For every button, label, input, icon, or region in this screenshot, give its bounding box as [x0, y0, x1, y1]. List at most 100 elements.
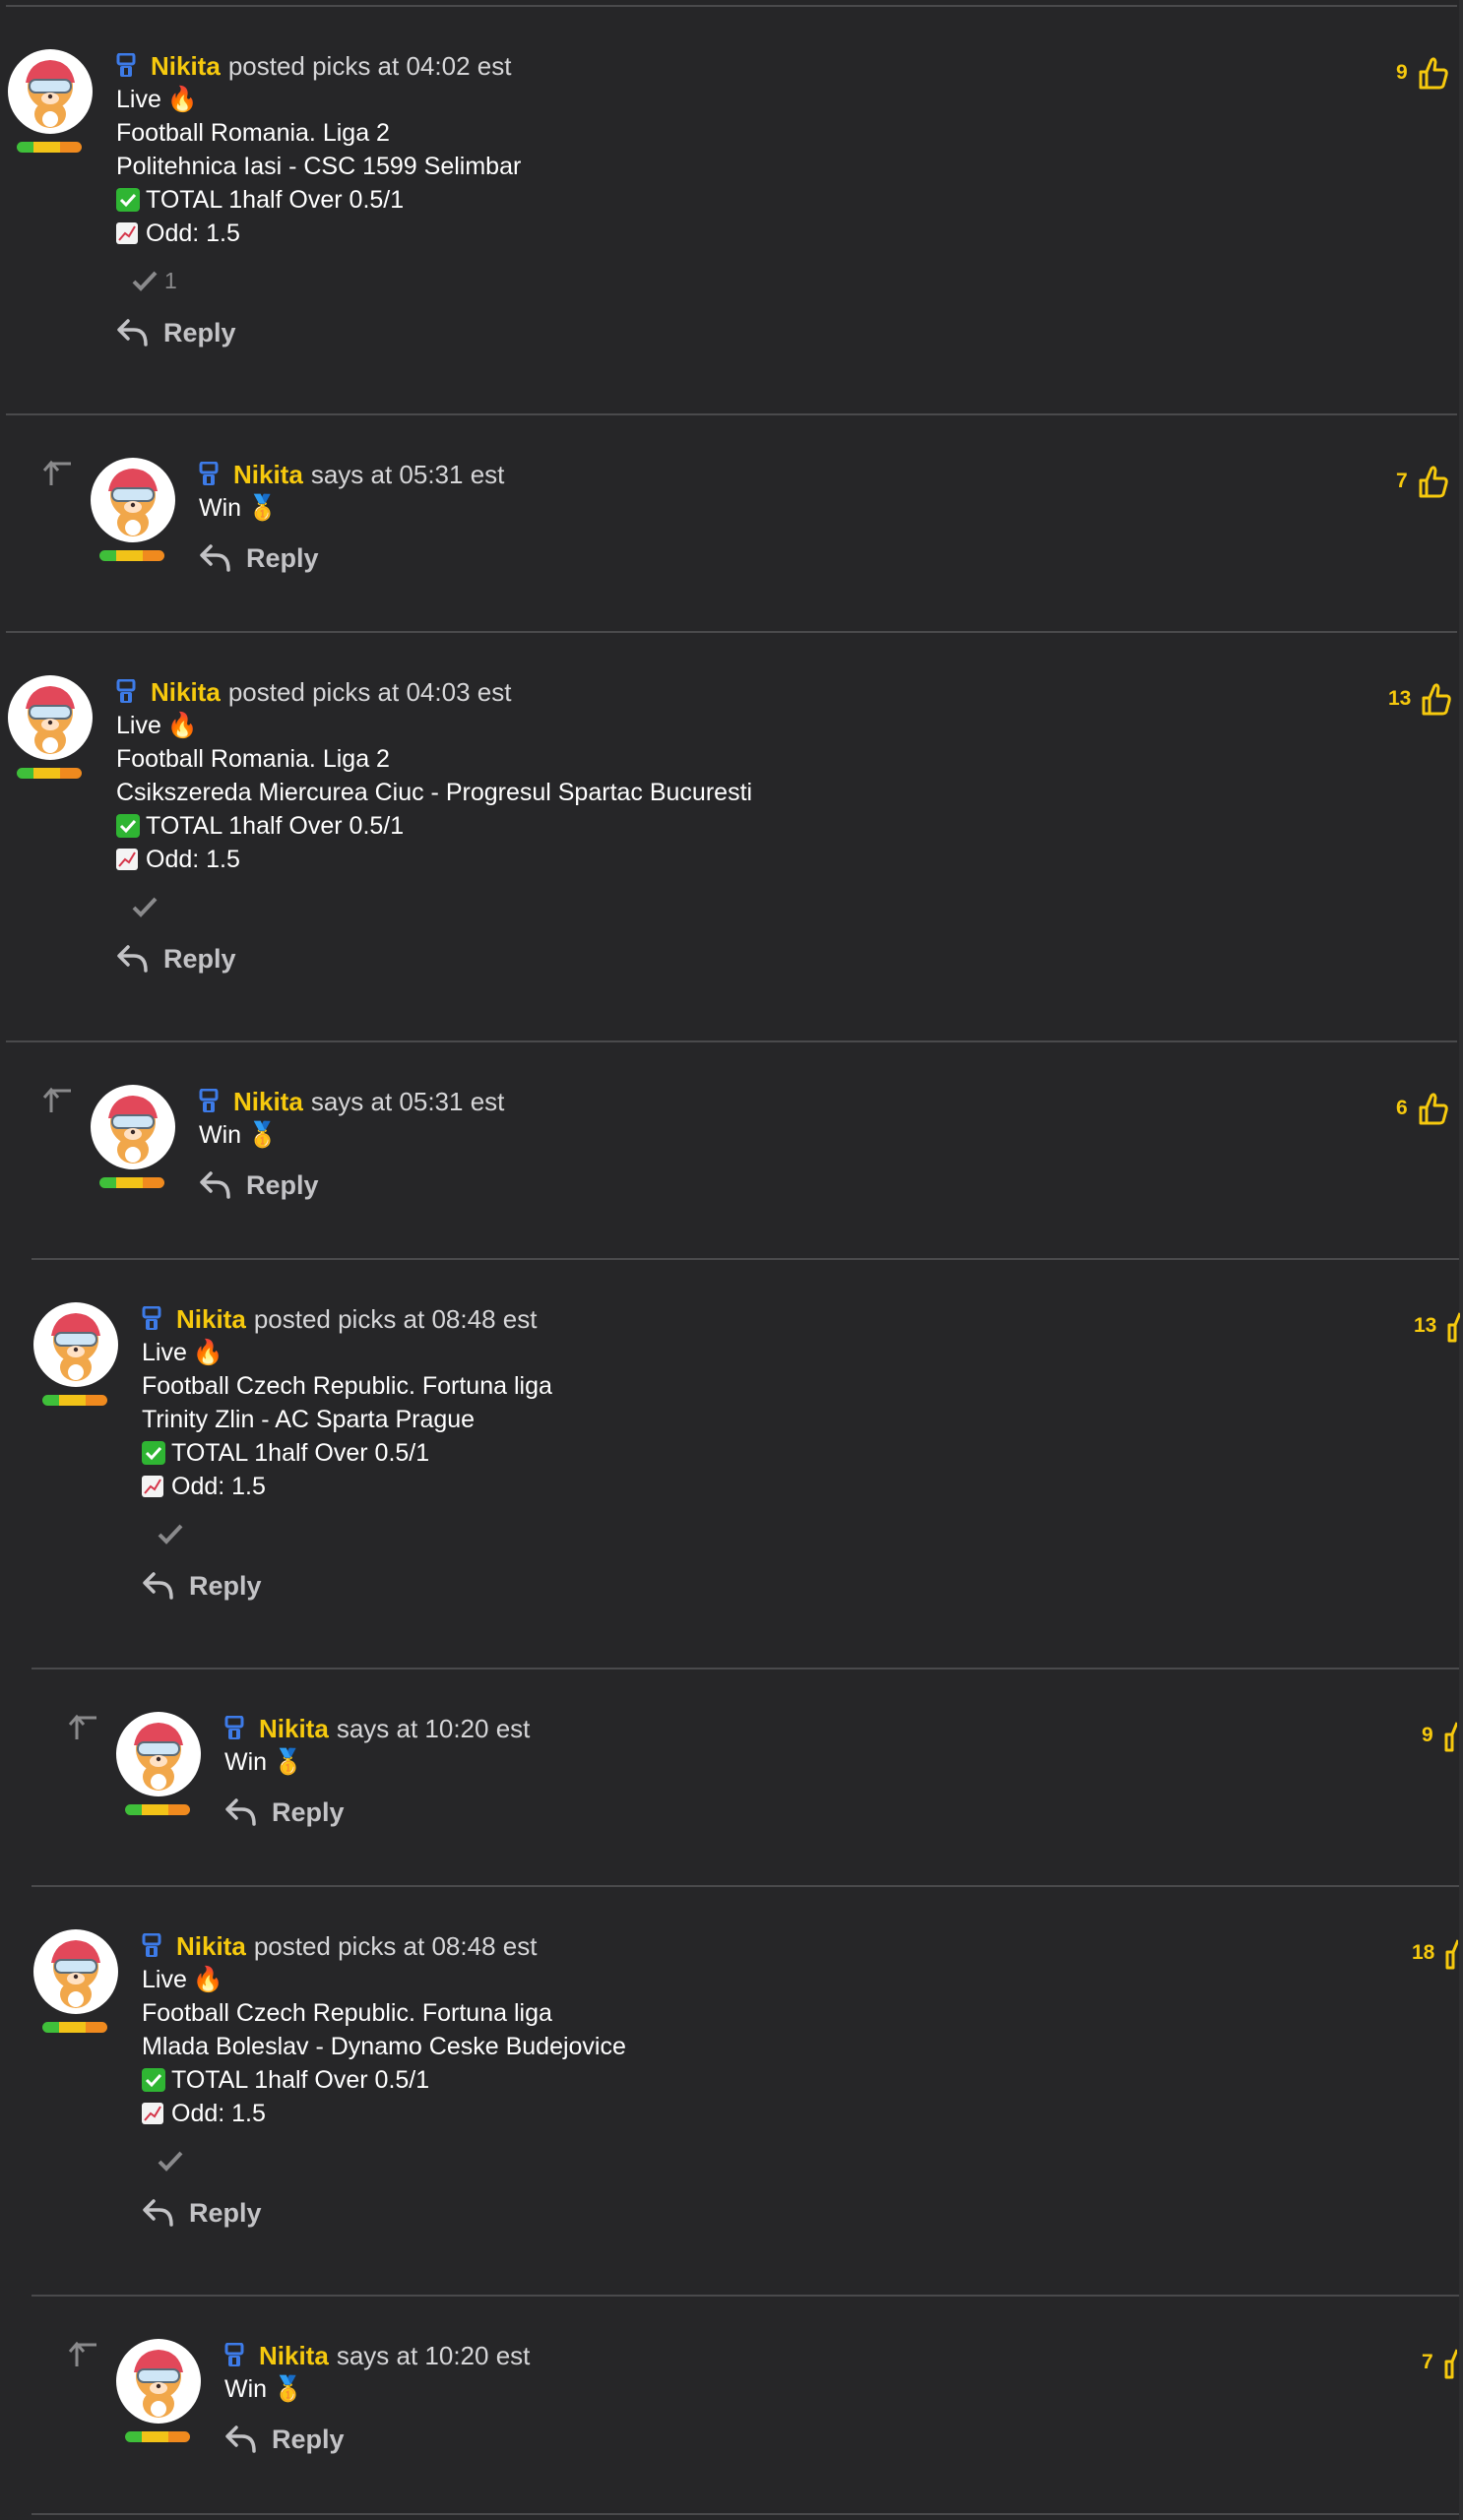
reply-label: Reply	[163, 317, 236, 347]
post-meta: says at 05:31 est	[310, 459, 505, 489]
fire-icon: 🔥	[192, 1338, 224, 1366]
author-name[interactable]: Nikita	[176, 1304, 246, 1335]
like-control[interactable]: 9	[1422, 1718, 1457, 1753]
author-name[interactable]: Nikita	[233, 1087, 303, 1117]
thumbs-up-icon	[1419, 466, 1448, 498]
pick-match: Trinity Zlin - AC Sparta Prague	[142, 1405, 476, 1433]
comment-header: Nikita says at 05:31 est	[199, 458, 1380, 491]
cat-avatar-icon	[51, 1313, 100, 1381]
rank-bar	[17, 768, 82, 779]
cat-avatar-icon	[26, 60, 75, 128]
reply-button[interactable]: Reply	[116, 313, 236, 352]
moderator-badge-icon	[224, 1716, 244, 1739]
reply-button[interactable]: Reply	[142, 1566, 262, 1606]
rank-bar	[42, 1395, 107, 1406]
reply-arrow-icon	[225, 1798, 256, 1826]
pick-bet: TOTAL 1half Over 0.5/1	[142, 2063, 1323, 2097]
post-meta: says at 05:31 est	[310, 1086, 505, 1116]
rank-bar	[125, 1804, 190, 1815]
pick-odd: Odd: 1.5	[116, 843, 1298, 876]
reply-button[interactable]: Reply	[199, 1166, 319, 1205]
divider	[32, 1258, 1459, 1260]
reply-button[interactable]: Reply	[142, 2193, 262, 2233]
pick-league: Football Czech Republic. Fortuna liga	[142, 1998, 552, 2027]
approve-row[interactable]: 1	[116, 264, 1298, 297]
author-name[interactable]: Nikita	[259, 2341, 329, 2371]
thread-up-arrow-icon	[68, 1714, 96, 1739]
like-control[interactable]: 9	[1396, 55, 1449, 91]
pick-odd: Odd: 1.5	[116, 217, 1298, 250]
reply-label: Reply	[163, 943, 236, 974]
like-count: 7	[1422, 2351, 1433, 2373]
avatar[interactable]	[116, 1712, 201, 1796]
pick-odd: Odd: 1.5	[142, 1470, 1323, 1503]
cat-avatar-icon	[26, 686, 75, 754]
thumbs-up-icon	[1444, 2349, 1457, 2379]
like-control[interactable]: 13	[1388, 681, 1452, 717]
author-name[interactable]: Nikita	[233, 460, 303, 490]
cat-avatar-icon	[108, 1096, 158, 1164]
reply-arrow-icon	[200, 1171, 230, 1199]
pick-odd: Odd: 1.5	[142, 2097, 1323, 2130]
cat-avatar-icon	[134, 1723, 183, 1791]
check-mark-icon	[116, 188, 140, 212]
moderator-badge-icon	[142, 1933, 161, 1957]
like-control[interactable]: 18	[1412, 1935, 1459, 1971]
medal-icon: 🥇	[247, 493, 279, 522]
post-meta: posted picks at 08:48 est	[253, 1930, 538, 1961]
check-mark-icon	[142, 1441, 165, 1465]
author-name[interactable]: Nikita	[151, 677, 221, 708]
cat-avatar-icon	[108, 469, 158, 536]
thread-up-arrow-icon	[42, 460, 71, 485]
fire-icon: 🔥	[166, 85, 199, 113]
approve-row[interactable]	[116, 890, 1298, 923]
reply-text: Win 🥇	[224, 1747, 304, 1776]
comment-header: Nikita posted picks at 04:03 est	[116, 675, 1298, 709]
moderator-badge-icon	[116, 679, 136, 703]
avatar[interactable]	[33, 1302, 118, 1387]
checkmark-icon	[158, 2151, 183, 2172]
pick-league: Football Romania. Liga 2	[116, 744, 390, 773]
thread-up-arrow-icon	[42, 1087, 71, 1112]
approve-row[interactable]	[142, 1517, 1323, 1550]
author-name[interactable]: Nikita	[151, 51, 221, 82]
divider	[32, 1885, 1459, 1887]
like-control[interactable]: 7	[1422, 2345, 1457, 2380]
author-name[interactable]: Nikita	[176, 1931, 246, 1962]
chart-trend-icon	[116, 849, 138, 870]
reply-arrow-icon	[225, 2426, 256, 2453]
avatar[interactable]	[116, 2339, 201, 2424]
rank-bar	[42, 2022, 107, 2033]
avatar[interactable]	[91, 1085, 175, 1169]
rank-bar	[99, 550, 164, 561]
approve-count: 1	[164, 267, 177, 293]
pick-bet: TOTAL 1half Over 0.5/1	[142, 1436, 1323, 1470]
reply-button[interactable]: Reply	[224, 2420, 345, 2459]
author-name[interactable]: Nikita	[259, 1714, 329, 1744]
reply-label: Reply	[246, 1169, 319, 1200]
divider	[6, 631, 1457, 633]
reply-label: Reply	[189, 1570, 262, 1601]
pick-league: Football Romania. Liga 2	[116, 118, 390, 147]
post-meta: posted picks at 04:03 est	[227, 676, 512, 707]
comment-header: Nikita posted picks at 08:48 est	[142, 1929, 1323, 1963]
avatar[interactable]	[33, 1929, 118, 2014]
pick-bet: TOTAL 1half Over 0.5/1	[116, 809, 1298, 843]
reply-button[interactable]: Reply	[199, 538, 319, 578]
moderator-badge-icon	[199, 462, 219, 485]
like-count: 9	[1396, 61, 1408, 84]
rank-bar	[99, 1177, 164, 1188]
approve-row[interactable]	[142, 2144, 1323, 2177]
avatar[interactable]	[8, 49, 93, 134]
avatar[interactable]	[8, 675, 93, 760]
like-count: 6	[1396, 1097, 1408, 1119]
like-control[interactable]: 6	[1396, 1091, 1449, 1126]
reply-arrow-icon	[143, 1572, 173, 1600]
checkmark-icon	[132, 271, 158, 291]
avatar[interactable]	[91, 458, 175, 542]
reply-button[interactable]: Reply	[116, 939, 236, 978]
reply-button[interactable]: Reply	[224, 1793, 345, 1832]
like-control[interactable]: 7	[1396, 464, 1449, 499]
divider	[32, 2295, 1459, 2297]
like-control[interactable]: 13	[1414, 1308, 1461, 1344]
